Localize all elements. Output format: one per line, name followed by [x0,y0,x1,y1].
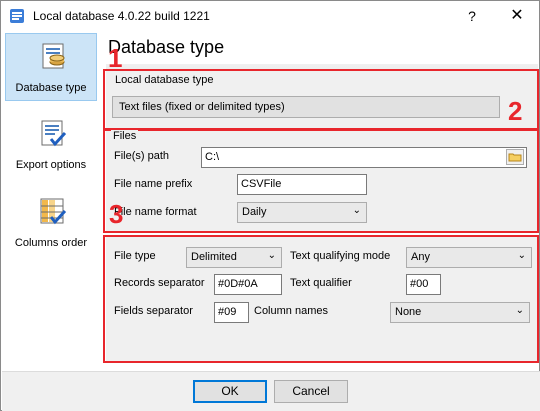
chevron-down-icon: ⌄ [267,250,276,261]
sidebar: Database type Export options Columns ord… [2,31,98,371]
text-qualifier-input[interactable]: #00 [406,274,441,295]
text-qual-mode-select[interactable]: Any ⌄ [406,247,532,268]
cancel-button[interactable]: Cancel [274,380,348,403]
format-select[interactable]: Daily ⌄ [237,202,367,223]
file-type-label: File type [114,250,156,262]
prefix-label: File name prefix [114,178,193,190]
fields-sep-label: Fields separator [114,305,193,317]
records-sep-input[interactable]: #0D#0A [214,274,282,295]
window-title: Local database 4.0.22 build 1221 [33,9,210,23]
column-names-select[interactable]: None ⌄ [390,302,530,323]
path-value: C:\ [205,151,220,163]
text-qualifier-label: Text qualifier [290,277,352,289]
chevron-down-icon: ⌄ [352,205,361,216]
marker-3: 3 [109,199,124,229]
format-label: File name format [114,206,197,218]
sidebar-item-label: Export options [15,159,87,171]
records-sep-label: Records separator [114,277,205,289]
page-title: Database type [108,37,225,57]
text-qual-mode-label: Text qualifying mode [290,250,391,262]
sidebar-item-label: Columns order [14,237,88,249]
chevron-down-icon: ⌄ [517,250,526,261]
main-content: Database type 1 Local database type Text… [101,31,539,371]
app-icon [10,9,24,23]
text-qual-mode-value: Any [411,251,430,263]
marker-2: 2 [508,96,523,126]
sidebar-item-label: Database type [15,82,87,94]
fields-sep-input[interactable]: #09 [214,302,249,323]
columns-order-icon [40,198,67,225]
ok-button[interactable]: OK [193,380,267,403]
path-input[interactable]: C:\ [201,147,527,168]
sidebar-item-columns-order[interactable]: Columns order [5,189,97,257]
close-button[interactable]: ✕ [495,1,539,31]
file-type-value: Delimited [191,251,237,263]
local-db-type-group-label: Local database type [113,74,216,86]
help-button[interactable]: ? [449,1,495,31]
sidebar-item-database-type[interactable]: Database type [5,33,97,101]
dialog-footer: OK Cancel [2,371,540,411]
dialog-window: Local database 4.0.22 build 1221 ? ✕ Dat… [0,0,540,411]
database-icon [42,43,65,69]
db-type-select[interactable]: Text files (fixed or delimited types) [112,96,500,118]
prefix-input[interactable]: CSVFile [237,174,367,195]
file-type-select[interactable]: Delimited ⌄ [186,247,282,268]
export-options-icon [41,120,67,147]
chevron-down-icon: ⌄ [515,305,524,316]
path-label: File(s) path [114,150,170,162]
column-names-label: Column names [254,305,328,317]
files-group-label: Files [111,130,139,142]
folder-icon[interactable] [506,149,524,165]
sidebar-item-export-options[interactable]: Export options [5,111,97,179]
column-names-value: None [395,306,422,318]
marker-1: 1 [108,43,123,73]
title-bar: Local database 4.0.22 build 1221 ? ✕ [1,1,539,31]
format-value: Daily [242,206,267,218]
